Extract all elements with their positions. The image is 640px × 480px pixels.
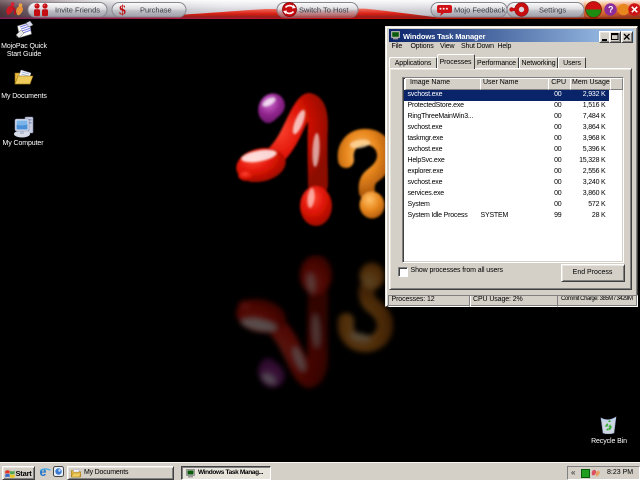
svg-text:Switch To Host: Switch To Host: [299, 6, 349, 15]
svg-text:?: ?: [608, 5, 614, 15]
svg-text:Invite Friends: Invite Friends: [55, 6, 100, 15]
svg-text:Mojo Feedback: Mojo Feedback: [454, 6, 506, 15]
svg-text:Purchase: Purchase: [140, 6, 172, 15]
svg-text:Settings: Settings: [539, 6, 566, 15]
svg-text:$: $: [119, 4, 126, 19]
svg-text:e: e: [40, 466, 47, 478]
